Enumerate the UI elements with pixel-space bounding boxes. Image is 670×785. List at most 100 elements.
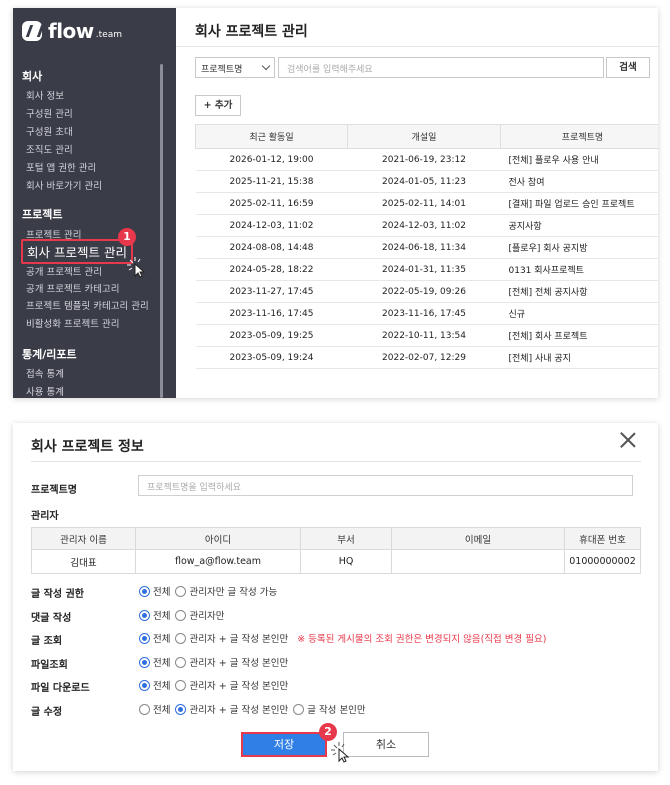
radio-option-label[interactable]: 관리자 + 글 작성 본인만 xyxy=(189,702,288,716)
modal-divider xyxy=(31,461,641,462)
radio-option-label[interactable]: 관리자 + 글 작성 본인만 xyxy=(189,678,288,692)
table-row[interactable]: 2024-08-08, 14:48 2024-06-18, 11:34 [플로우] … xyxy=(195,236,658,259)
admin-column-header: 관리자 이름 xyxy=(31,527,136,550)
radio-button[interactable] xyxy=(139,679,150,691)
table-row[interactable]: 2023-05-09, 19:24 2022-02-07, 12:29 [전체] 사… xyxy=(195,346,658,369)
search-button[interactable]: 검색 xyxy=(606,57,650,78)
table-row[interactable]: 2026-01-12, 19:00 2021-06-19, 23:12 [전체] 플… xyxy=(195,148,658,171)
logo-suffix: .team xyxy=(95,30,122,40)
admin-cell: 김대표 xyxy=(31,549,136,574)
permission-label: 글 수정 xyxy=(31,707,63,718)
add-button[interactable]: + 추가 xyxy=(195,95,241,116)
table-row[interactable]: 2025-11-21, 15:38 2024-01-05, 11:23 전사 참여 xyxy=(195,170,658,193)
sidebar-section-stats: 통계/리포트 xyxy=(22,348,77,361)
admin-table: 관리자 이름 아이디 부서 이메일 휴대폰 번호 김대표 flow_a@flow.… xyxy=(31,527,641,574)
date-cell: 2025-11-21, 15:38 xyxy=(195,170,348,193)
cancel-button[interactable]: 취소 xyxy=(343,732,429,757)
sidebar-item-company-project[interactable]: 회사 프로젝트 관리 xyxy=(21,239,133,264)
table-row[interactable]: 2024-05-28, 18:22 2024-01-31, 11:35 0131 회… xyxy=(195,258,658,281)
flow-logo-icon xyxy=(22,21,42,41)
permission-radio-group: 전체 관리자만 xyxy=(139,608,229,622)
sidebar-item-usage-stats[interactable]: 사용 통계 xyxy=(26,384,64,398)
radio-button[interactable] xyxy=(139,703,150,715)
date-cell: 2022-05-19, 09:26 xyxy=(347,280,501,303)
column-header[interactable]: 개설일 xyxy=(347,124,501,149)
radio-button[interactable] xyxy=(175,632,187,644)
permission-label: 글 조회 xyxy=(31,636,63,647)
project-info-modal: 회사 프로젝트 정보 프로젝트명 프로젝트명을 입력하세요 관리자 관리자 이름… xyxy=(13,423,658,771)
table-row[interactable]: 2025-02-11, 16:59 2025-02-11, 14:01 [결재] 파… xyxy=(195,192,658,215)
sidebar-item-company-info[interactable]: 회사 정보 xyxy=(26,88,64,102)
date-cell: 2023-11-16, 17:45 xyxy=(195,302,348,325)
flow-logo[interactable]: flow .team xyxy=(22,18,164,44)
admin-cell xyxy=(391,549,565,574)
sidebar-item-access-stats[interactable]: 접속 통계 xyxy=(26,366,64,380)
sidebar-item-member-manage[interactable]: 구성원 관리 xyxy=(26,106,73,120)
sidebar-item-org-chart[interactable]: 조직도 관리 xyxy=(26,142,73,156)
sidebar-item-template-category[interactable]: 프로젝트 템플릿 카테고리 관리 xyxy=(26,298,149,312)
date-cell: 2023-05-09, 19:25 xyxy=(195,324,348,347)
radio-button[interactable] xyxy=(175,679,187,691)
date-cell: 2024-01-31, 11:35 xyxy=(347,258,501,281)
permission-radio-group: 전체 관리자 + 글 작성 본인만 ※ 등록된 게시물의 조회 권한은 변경되지 않… xyxy=(139,631,546,645)
admin-row[interactable]: 김대표 flow_a@flow.team HQ 01000000002 xyxy=(31,549,641,574)
modal-title: 회사 프로젝트 정보 xyxy=(31,439,144,455)
sidebar-item-member-invite[interactable]: 구성원 초대 xyxy=(26,124,73,138)
admin-cell: HQ xyxy=(300,549,392,574)
table-row[interactable]: 2023-11-27, 17:45 2022-05-19, 09:26 [전체] 전… xyxy=(195,280,658,303)
search-filter-select[interactable]: 프로젝트명 xyxy=(195,57,275,78)
date-cell: 2024-06-18, 11:34 xyxy=(347,236,501,259)
close-icon[interactable] xyxy=(620,432,636,448)
page-title: 회사 프로젝트 관리 xyxy=(195,24,308,40)
search-filter-value: 프로젝트명 xyxy=(201,65,243,75)
sidebar-item-public-project[interactable]: 공개 프로젝트 관리 xyxy=(26,264,102,278)
radio-button[interactable] xyxy=(139,632,150,644)
radio-option-label[interactable]: 글 작성 본인만 xyxy=(307,702,365,716)
radio-button[interactable] xyxy=(175,656,187,668)
permission-label: 파일조회 xyxy=(31,660,68,671)
radio-button[interactable] xyxy=(139,585,150,597)
permission-radio-group: 전체 관리자 + 글 작성 본인만 글 작성 본인만 xyxy=(139,702,371,716)
radio-option-label[interactable]: 관리자만 글 작성 가능 xyxy=(189,584,277,598)
title-divider xyxy=(176,46,658,47)
table-row[interactable]: 2023-11-16, 17:45 2023-11-16, 17:45 신규 xyxy=(195,302,658,325)
column-header[interactable]: 최근 활동일 xyxy=(195,124,348,149)
project-name-cell: [플로우] 회사 공지방 xyxy=(500,236,658,259)
radio-option-label[interactable]: 관리자만 xyxy=(189,608,224,622)
date-cell: 2024-12-03, 11:02 xyxy=(347,214,501,237)
radio-option-label[interactable]: 전체 xyxy=(153,655,170,669)
table-row[interactable]: 2023-05-09, 19:25 2022-10-11, 13:54 [전체] 회… xyxy=(195,324,658,347)
radio-button[interactable] xyxy=(175,609,187,621)
project-name-input[interactable]: 프로젝트명을 입력하세요 xyxy=(138,475,633,496)
radio-option-label[interactable]: 관리자 + 글 작성 본인만 xyxy=(189,655,288,669)
table-row[interactable]: 2024-12-03, 11:02 2024-12-03, 11:02 공지사항 xyxy=(195,214,658,237)
radio-button[interactable] xyxy=(139,656,150,668)
sidebar-item-shortcut[interactable]: 회사 바로가기 관리 xyxy=(26,178,102,192)
search-input[interactable]: 검색어를 입력해주세요 xyxy=(278,57,604,78)
permission-radio-group: 전체 관리자만 글 작성 가능 xyxy=(139,584,282,598)
date-cell: 2026-01-12, 19:00 xyxy=(195,148,348,171)
radio-button[interactable] xyxy=(293,703,305,715)
sidebar-item-portal-app[interactable]: 포털 앱 권한 관리 xyxy=(26,160,96,174)
radio-option-label[interactable]: 전체 xyxy=(153,631,170,645)
permission-label: 글 작성 권한 xyxy=(31,589,84,600)
radio-option-label[interactable]: 관리자 + 글 작성 본인만 xyxy=(189,631,288,645)
sidebar-item-inactive-project[interactable]: 비활성화 프로젝트 관리 xyxy=(26,316,119,330)
radio-button[interactable] xyxy=(175,585,187,597)
sidebar-item-public-category[interactable]: 공개 프로젝트 카테고리 xyxy=(26,281,119,295)
date-cell: 2023-11-16, 17:45 xyxy=(347,302,501,325)
radio-option-label[interactable]: 전체 xyxy=(153,702,170,716)
sidebar-scrollbar[interactable] xyxy=(160,64,163,398)
admin-column-header: 휴대폰 번호 xyxy=(564,527,641,550)
radio-option-label[interactable]: 전체 xyxy=(153,608,170,622)
project-list-panel: 회사 프로젝트 관리 프로젝트명 검색어를 입력해주세요 검색 + 추가 최근 … xyxy=(176,8,658,398)
radio-button[interactable] xyxy=(139,609,150,621)
radio-option-label[interactable]: 전체 xyxy=(153,678,170,692)
save-button[interactable]: 저장 xyxy=(241,732,327,757)
project-name-cell: [전체] 전체 공지사항 xyxy=(500,280,658,303)
date-cell: 2025-02-11, 16:59 xyxy=(195,192,348,215)
column-header[interactable]: 프로젝트명 xyxy=(500,124,658,149)
radio-button[interactable] xyxy=(175,703,187,715)
radio-option-label[interactable]: 전체 xyxy=(153,584,170,598)
date-cell: 2024-08-08, 14:48 xyxy=(195,236,348,259)
